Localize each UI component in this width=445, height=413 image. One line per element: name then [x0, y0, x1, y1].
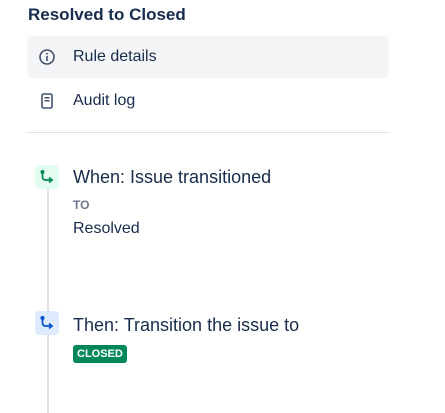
timeline-connector	[47, 186, 49, 413]
divider	[27, 132, 389, 133]
trigger-sublabel: TO	[73, 198, 90, 212]
nav-item-audit-log[interactable]: Audit log	[27, 80, 389, 122]
nav-item-label: Audit log	[73, 92, 136, 109]
trigger-value: Resolved	[73, 220, 140, 237]
rule-title: Resolved to Closed	[28, 5, 186, 24]
nav-item-rule-details[interactable]: Rule details	[27, 36, 389, 78]
info-icon	[38, 48, 56, 66]
document-icon	[38, 92, 56, 110]
action-title[interactable]: Then: Transition the issue to	[73, 315, 299, 336]
nav-item-label: Rule details	[73, 48, 157, 65]
action-icon	[35, 311, 59, 335]
status-badge: CLOSED	[73, 345, 127, 363]
trigger-icon	[35, 165, 59, 189]
trigger-title[interactable]: When: Issue transitioned	[73, 167, 271, 188]
